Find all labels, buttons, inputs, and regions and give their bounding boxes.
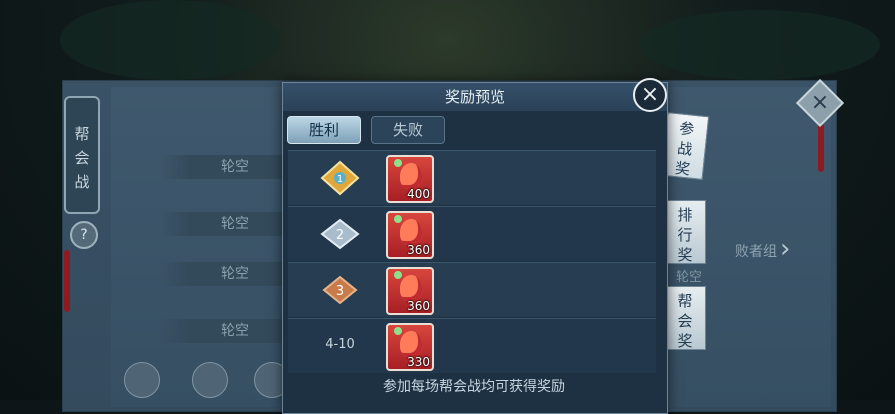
losers-group-label: 败者组 bbox=[735, 244, 777, 260]
reward-quantity: 360 bbox=[407, 299, 430, 313]
reward-row: 1 400 bbox=[288, 150, 656, 205]
tab-ranking-reward[interactable]: 排 行 奖 bbox=[664, 200, 706, 264]
tab-char: 会 bbox=[677, 312, 693, 330]
reward-row: 3 360 bbox=[288, 262, 656, 317]
tab-char: 奖 bbox=[677, 332, 693, 350]
svg-text:1: 1 bbox=[337, 174, 343, 185]
item-badge bbox=[394, 327, 402, 335]
tab-char: 帮 bbox=[677, 292, 693, 310]
scroll-char: 会 bbox=[74, 149, 90, 167]
chest-icon[interactable] bbox=[124, 362, 160, 398]
reward-item[interactable]: 330 bbox=[386, 323, 434, 371]
item-badge bbox=[394, 215, 402, 223]
reward-figure-icon bbox=[400, 163, 422, 189]
reward-item[interactable]: 360 bbox=[386, 267, 434, 315]
reward-figure-icon bbox=[400, 275, 422, 301]
chevron-right-icon[interactable]: › bbox=[780, 234, 790, 264]
tab-participation-reward[interactable]: 参 战 奖 bbox=[660, 111, 710, 181]
modal-footer-note: 参加每场帮会战均可获得奖励 bbox=[383, 379, 565, 395]
tab-char: 奖 bbox=[677, 246, 693, 264]
tab-victory[interactable]: 胜利 bbox=[287, 116, 361, 144]
help-button[interactable]: ? bbox=[70, 221, 98, 249]
bracket-slot-dim: 轮空 bbox=[676, 270, 703, 285]
reward-quantity: 400 bbox=[407, 187, 430, 201]
guild-war-scroll: 帮 会 战 bbox=[64, 96, 100, 214]
rank-3-medal-icon: 3 bbox=[322, 275, 358, 305]
tab-guild-reward[interactable]: 帮 会 奖 bbox=[664, 286, 706, 350]
svg-text:3: 3 bbox=[336, 284, 344, 299]
tab-char: 排 bbox=[677, 206, 693, 224]
close-icon: × bbox=[810, 90, 830, 115]
tassel-decoration bbox=[64, 250, 70, 312]
tree-silhouette bbox=[640, 10, 880, 80]
tab-defeat[interactable]: 失败 bbox=[371, 116, 445, 144]
rank-1-medal-icon: 1 bbox=[320, 160, 360, 196]
modal-close-button[interactable]: × bbox=[633, 78, 667, 112]
item-badge bbox=[394, 271, 402, 279]
rank-range: 4-10 bbox=[325, 337, 355, 352]
reward-figure-icon bbox=[400, 219, 422, 245]
rank-2-medal-icon: 2 bbox=[320, 218, 360, 250]
reward-item[interactable]: 360 bbox=[386, 211, 434, 259]
reward-quantity: 360 bbox=[407, 243, 430, 257]
reward-row: 4-10 330 bbox=[288, 318, 656, 373]
item-badge bbox=[394, 159, 402, 167]
modal-title: 奖励预览 bbox=[283, 83, 667, 111]
reward-quantity: 330 bbox=[407, 355, 430, 369]
tassel-decoration bbox=[818, 124, 824, 172]
tree-silhouette bbox=[60, 0, 280, 80]
reward-item[interactable]: 400 bbox=[386, 155, 434, 203]
reward-row: 2 360 bbox=[288, 206, 656, 261]
reward-figure-icon bbox=[400, 331, 422, 357]
gear-icon[interactable] bbox=[192, 362, 228, 398]
svg-text:2: 2 bbox=[336, 228, 344, 243]
scroll-char: 帮 bbox=[74, 125, 90, 143]
scroll-char: 战 bbox=[74, 173, 90, 191]
tab-char: 行 bbox=[677, 226, 693, 244]
